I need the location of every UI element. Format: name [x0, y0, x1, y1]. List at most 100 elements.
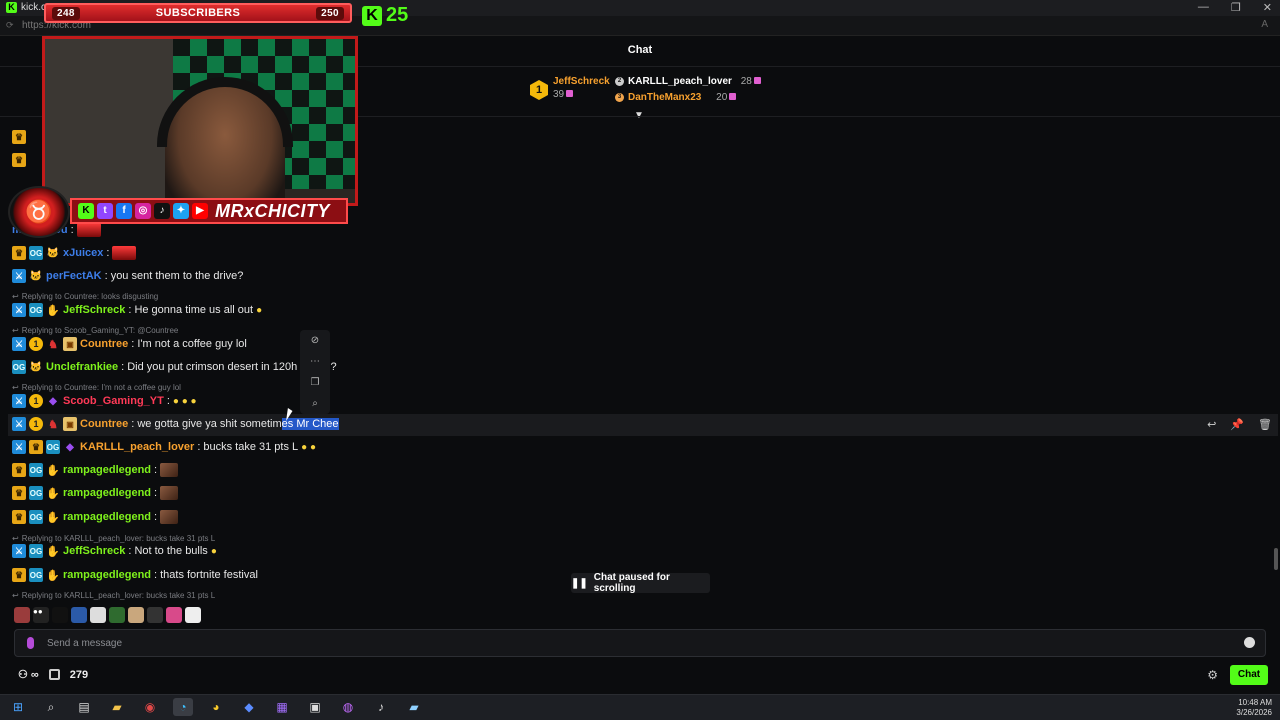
- emote-quick[interactable]: [128, 607, 144, 623]
- username[interactable]: perFectAK: [46, 270, 102, 282]
- sub-goal: 250: [316, 6, 344, 20]
- reply-context[interactable]: ↩ Replying to Countree: looks disgusting: [12, 292, 158, 301]
- emote-quick[interactable]: [90, 607, 106, 623]
- gear-icon[interactable]: ⚙: [1207, 668, 1218, 682]
- system-clock[interactable]: 10:48 AM 3/26/2026: [1236, 698, 1272, 718]
- reply-context[interactable]: ↩ Replying to KARLLL_peach_lover: bucks t…: [12, 591, 215, 600]
- username[interactable]: JeffSchreck: [63, 545, 125, 557]
- chat-message[interactable]: ♛ OG ✋ rampagedlegend:: [12, 508, 179, 526]
- chat-paused-button[interactable]: ❚❚ Chat paused for scrolling: [571, 572, 710, 594]
- reply-context[interactable]: ↩ Replying to Scoob_Gaming_YT: @Countree: [12, 326, 178, 335]
- og-badge-icon: OG: [29, 486, 43, 500]
- people-icon[interactable]: ⚇ ∞: [18, 668, 39, 681]
- username[interactable]: JeffSchreck: [63, 304, 125, 316]
- scrollbar[interactable]: [1274, 548, 1278, 570]
- leaderboard-first[interactable]: JeffSchreck 39: [553, 76, 610, 100]
- fox-badge-icon: ✋: [46, 464, 60, 477]
- copy-icon[interactable]: ❐: [311, 377, 320, 388]
- message-text: He gonna time us all out: [134, 304, 254, 316]
- username[interactable]: Countree: [80, 338, 128, 350]
- username[interactable]: rampagedlegend: [63, 464, 151, 476]
- app-icon[interactable]: ▰: [404, 698, 424, 716]
- task-view-icon[interactable]: ▤: [74, 698, 94, 716]
- chat-message[interactable]: ♛ OG ✋ rampagedlegend:: [12, 484, 179, 502]
- crown-badge-icon: ♛: [12, 130, 26, 144]
- emote-quick[interactable]: [109, 607, 125, 623]
- chat-message[interactable]: ♛ OG ✋ rampagedlegend:: [12, 461, 179, 479]
- message-text: thats fortnite festival: [160, 569, 258, 581]
- chat-message[interactable]: OG 🐱 Unclefrankiee: Did you put crimson …: [12, 358, 337, 376]
- rank-3-icon: 3: [615, 92, 624, 102]
- kick-logo-icon: K: [362, 5, 382, 26]
- username[interactable]: Countree: [80, 418, 128, 430]
- leader-2-name: KARLLL_peach_lover: [628, 76, 732, 87]
- chat-send-button[interactable]: Chat: [1230, 665, 1268, 685]
- app-icon[interactable]: ▣: [305, 698, 325, 716]
- emote-quick[interactable]: [71, 607, 87, 623]
- more-icon[interactable]: ⋯: [310, 356, 320, 367]
- file-explorer-icon[interactable]: ▰: [107, 698, 127, 716]
- mic-icon[interactable]: [27, 637, 34, 649]
- windows-start-icon[interactable]: ⊞: [8, 698, 28, 716]
- username[interactable]: xJuicex: [63, 247, 103, 259]
- username[interactable]: rampagedlegend: [63, 511, 151, 523]
- window-controls: — ❐ ✕: [1198, 1, 1272, 14]
- username[interactable]: rampagedlegend: [63, 569, 151, 581]
- chat-message[interactable]: ♛ OG ✋ rampagedlegend: thats fortnite fe…: [12, 566, 258, 584]
- chat-message[interactable]: ⚔ 🐱 perFectAK: you sent them to the driv…: [12, 267, 243, 285]
- reply-arrow-icon: ↩: [12, 383, 19, 392]
- emoji-picker-icon[interactable]: [1244, 637, 1255, 648]
- leaderboard-third[interactable]: 3 DanTheManx23 20: [615, 92, 737, 103]
- kick-favicon-icon: K: [6, 2, 17, 13]
- og-badge-icon: OG: [29, 303, 43, 317]
- emote-quick[interactable]: ●●: [33, 607, 49, 623]
- emote: [160, 510, 179, 524]
- emote-quick[interactable]: [52, 607, 68, 623]
- edge-browser-icon[interactable]: ◔: [173, 698, 193, 716]
- tiktok-taskbar-icon[interactable]: ♪: [371, 698, 391, 716]
- sub-current: 248: [52, 6, 80, 20]
- chat-message[interactable]: ⚔ OG ✋ JeffSchreck: He gonna time us all…: [12, 301, 262, 319]
- minimize-button[interactable]: —: [1198, 1, 1209, 14]
- username[interactable]: Unclefrankiee: [46, 361, 118, 373]
- app-icon[interactable]: ◆: [239, 698, 259, 716]
- search-taskbar-icon[interactable]: ⌕: [41, 698, 61, 716]
- fox-badge-icon: ✋: [46, 511, 60, 524]
- emote-quick[interactable]: [147, 607, 163, 623]
- laugh-emoji-icon: ●: [210, 545, 217, 557]
- reply-arrow-icon: ↩: [12, 326, 19, 335]
- search-icon[interactable]: ⌕: [312, 398, 318, 409]
- instagram-icon: ◎: [135, 203, 151, 219]
- leader-1-value: 39: [553, 89, 565, 100]
- chat-message[interactable]: ⚔ 1 ◆ Scoob_Gaming_YT: ● ● ●: [12, 392, 197, 410]
- leaderboard-second[interactable]: 2 KARLLL_peach_lover 28: [615, 76, 761, 87]
- crown-badge-icon: ♛: [12, 153, 26, 167]
- crown-badge-icon: ♛: [12, 246, 26, 260]
- app-grid-icon[interactable]: ▦: [272, 698, 292, 716]
- points-icon[interactable]: [48, 669, 60, 680]
- chat-message[interactable]: ♛ OG 🐱 xJuicex:: [12, 244, 137, 262]
- reader-mode-icon[interactable]: A: [1261, 19, 1268, 30]
- emote-quick[interactable]: [185, 607, 201, 623]
- message-text: you sent them to the drive?: [110, 270, 244, 282]
- emote-quick[interactable]: [14, 607, 30, 623]
- og-badge-icon: OG: [29, 544, 43, 558]
- paused-label: Chat paused for scrolling: [593, 572, 670, 594]
- username[interactable]: KARLLL_peach_lover: [80, 441, 194, 453]
- chat-message[interactable]: ⚔ ♛ OG ◆ KARLLL_peach_lover: bucks take …: [12, 438, 316, 456]
- app-icon[interactable]: ◍: [338, 698, 358, 716]
- hide-icon[interactable]: ⊘: [311, 335, 319, 346]
- leader-1-name: JeffSchreck: [553, 76, 610, 87]
- chat-message[interactable]: ⚔ 1 ♞ ▣ Countree: I'm not a coffee guy l…: [12, 335, 247, 353]
- message-input[interactable]: Send a message: [14, 629, 1266, 657]
- restore-button[interactable]: ❐: [1231, 1, 1241, 14]
- chat-message[interactable]: ⚔ OG ✋ JeffSchreck: Not to the bulls ●: [12, 542, 217, 560]
- app-icon[interactable]: ◉: [140, 698, 160, 716]
- reply-context[interactable]: ↩ Replying to Countree: I'm not a coffee …: [12, 383, 181, 392]
- close-button[interactable]: ✕: [1263, 1, 1272, 14]
- username[interactable]: Scoob_Gaming_YT: [63, 395, 164, 407]
- chrome-icon[interactable]: ◕: [206, 698, 226, 716]
- username[interactable]: rampagedlegend: [63, 487, 151, 499]
- refresh-icon[interactable]: ⟳: [6, 20, 16, 30]
- emote-quick[interactable]: [166, 607, 182, 623]
